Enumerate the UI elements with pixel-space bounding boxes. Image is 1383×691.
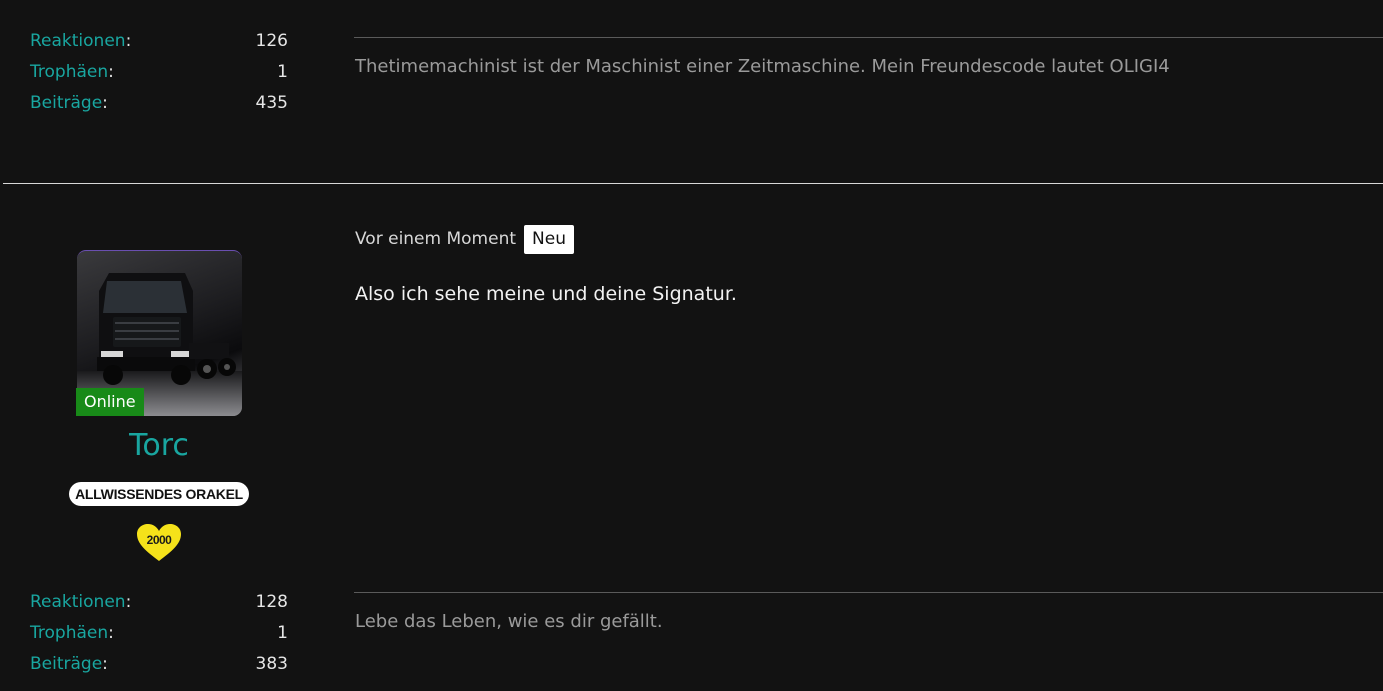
stat-row-reactions: Reaktionen: 126	[30, 26, 288, 57]
signature-divider	[354, 592, 1383, 593]
post-signature: Lebe das Leben, wie es dir gefällt.	[355, 611, 663, 632]
reactions-link[interactable]: Reaktionen	[30, 31, 126, 51]
forum-thread-page: Reaktionen: 126 Trophäen: 1 Beiträge: 43…	[0, 0, 1383, 691]
stat-row-reactions: Reaktionen: 128	[30, 587, 288, 618]
username-link[interactable]: Torc	[30, 428, 288, 463]
heart-badge-label: 2000	[146, 533, 172, 547]
previous-user-stats: Reaktionen: 126 Trophäen: 1 Beiträge: 43…	[30, 26, 288, 119]
post-timestamp-link[interactable]: Vor einem Moment	[355, 229, 516, 249]
trophies-count: 1	[277, 62, 288, 82]
posts-count: 435	[255, 93, 288, 113]
posts-link[interactable]: Beiträge	[30, 654, 102, 674]
posts-count: 383	[255, 654, 288, 674]
post-content: Also ich sehe meine und deine Signatur.	[355, 283, 737, 305]
post-divider	[3, 183, 1383, 184]
trophies-link[interactable]: Trophäen	[30, 62, 108, 82]
new-badge: Neu	[524, 224, 574, 254]
trophies-count: 1	[277, 623, 288, 643]
trophies-link[interactable]: Trophäen	[30, 623, 108, 643]
user-rank-badge: ALLWISSENDES ORAKEL	[69, 482, 249, 506]
reactions-count: 126	[255, 31, 288, 51]
stat-row-trophies: Trophäen: 1	[30, 57, 288, 88]
stat-row-posts: Beiträge: 383	[30, 649, 288, 680]
post-meta: Vor einem Moment Neu	[355, 224, 574, 254]
stat-row-trophies: Trophäen: 1	[30, 618, 288, 649]
reactions-link[interactable]: Reaktionen	[30, 592, 126, 612]
signature-divider	[354, 37, 1383, 38]
posts-link[interactable]: Beiträge	[30, 93, 102, 113]
user-stats: Reaktionen: 128 Trophäen: 1 Beiträge: 38…	[30, 587, 288, 680]
stat-row-posts: Beiträge: 435	[30, 88, 288, 119]
reactions-count: 128	[255, 592, 288, 612]
previous-signature: Thetimemachinist ist der Maschinist eine…	[355, 56, 1170, 77]
online-status-badge: Online	[76, 388, 144, 416]
